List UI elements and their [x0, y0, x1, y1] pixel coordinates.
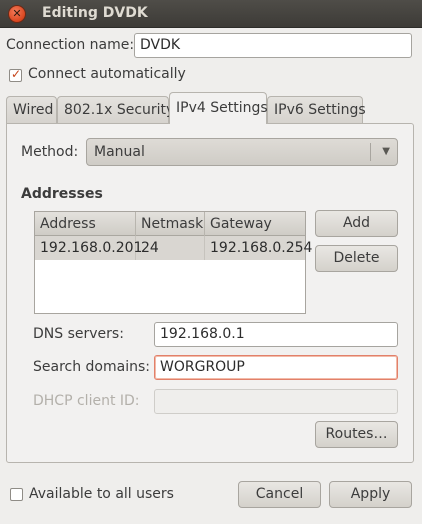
tab-ipv6-settings[interactable]: IPv6 Settings [267, 96, 366, 123]
cancel-button[interactable]: Cancel [238, 481, 321, 508]
method-selected-value: Manual [94, 144, 145, 160]
netmask-cell[interactable]: 24 [136, 236, 205, 260]
checkmark-icon: ✓ [11, 67, 22, 81]
column-header-gateway[interactable]: Gateway [205, 212, 305, 236]
delete-button[interactable]: Delete [315, 245, 398, 272]
dialog-window: ✕ Editing DVDK Connection name: DVDK ✓ C… [0, 0, 422, 524]
dns-servers-label: DNS servers: [33, 326, 124, 342]
dhcp-client-id-field[interactable] [154, 389, 398, 414]
connect-automatically-checkbox[interactable]: ✓ [9, 67, 22, 82]
tab-8021x-security[interactable]: 802.1x Security [57, 96, 174, 123]
gateway-cell[interactable]: 192.168.0.254 [205, 236, 312, 260]
column-header-netmask[interactable]: Netmask [136, 212, 205, 236]
close-icon[interactable]: ✕ [8, 5, 26, 23]
connection-name-field[interactable]: DVDK [134, 33, 412, 58]
window-title: Editing DVDK [42, 5, 148, 21]
dropdown-arrow-icon: ▼ [382, 146, 390, 157]
connect-automatically-label: Connect automatically [28, 66, 186, 82]
routes-button[interactable]: Routes… [315, 421, 398, 448]
title-bar[interactable]: ✕ Editing DVDK [0, 0, 422, 28]
addresses-heading: Addresses [21, 186, 103, 202]
column-header-address[interactable]: Address [35, 212, 136, 236]
add-button[interactable]: Add [315, 210, 398, 237]
method-dropdown[interactable]: Manual ▼ [86, 138, 398, 166]
method-label: Method: [21, 144, 79, 160]
available-to-all-users-checkbox[interactable] [10, 488, 23, 501]
tab-wired[interactable]: Wired [6, 96, 57, 123]
address-cell[interactable]: 192.168.0.201 [35, 236, 142, 260]
addresses-table[interactable]: Address Netmask Gateway 192.168.0.201 24… [34, 211, 312, 314]
table-row[interactable]: 192.168.0.201 24 192.168.0.254 [35, 236, 312, 260]
tab-ipv4-settings[interactable]: IPv4 Settings [169, 92, 268, 124]
dns-servers-field[interactable]: 192.168.0.1 [154, 322, 398, 347]
addresses-table-header: Address Netmask Gateway [35, 212, 305, 236]
available-to-all-users-label: Available to all users [29, 486, 174, 502]
search-domains-field[interactable]: WORGROUP [154, 355, 398, 380]
connection-name-label: Connection name: [6, 37, 135, 53]
dhcp-client-id-label: DHCP client ID: [33, 393, 140, 409]
apply-button[interactable]: Apply [329, 481, 412, 508]
search-domains-label: Search domains: [33, 359, 150, 375]
